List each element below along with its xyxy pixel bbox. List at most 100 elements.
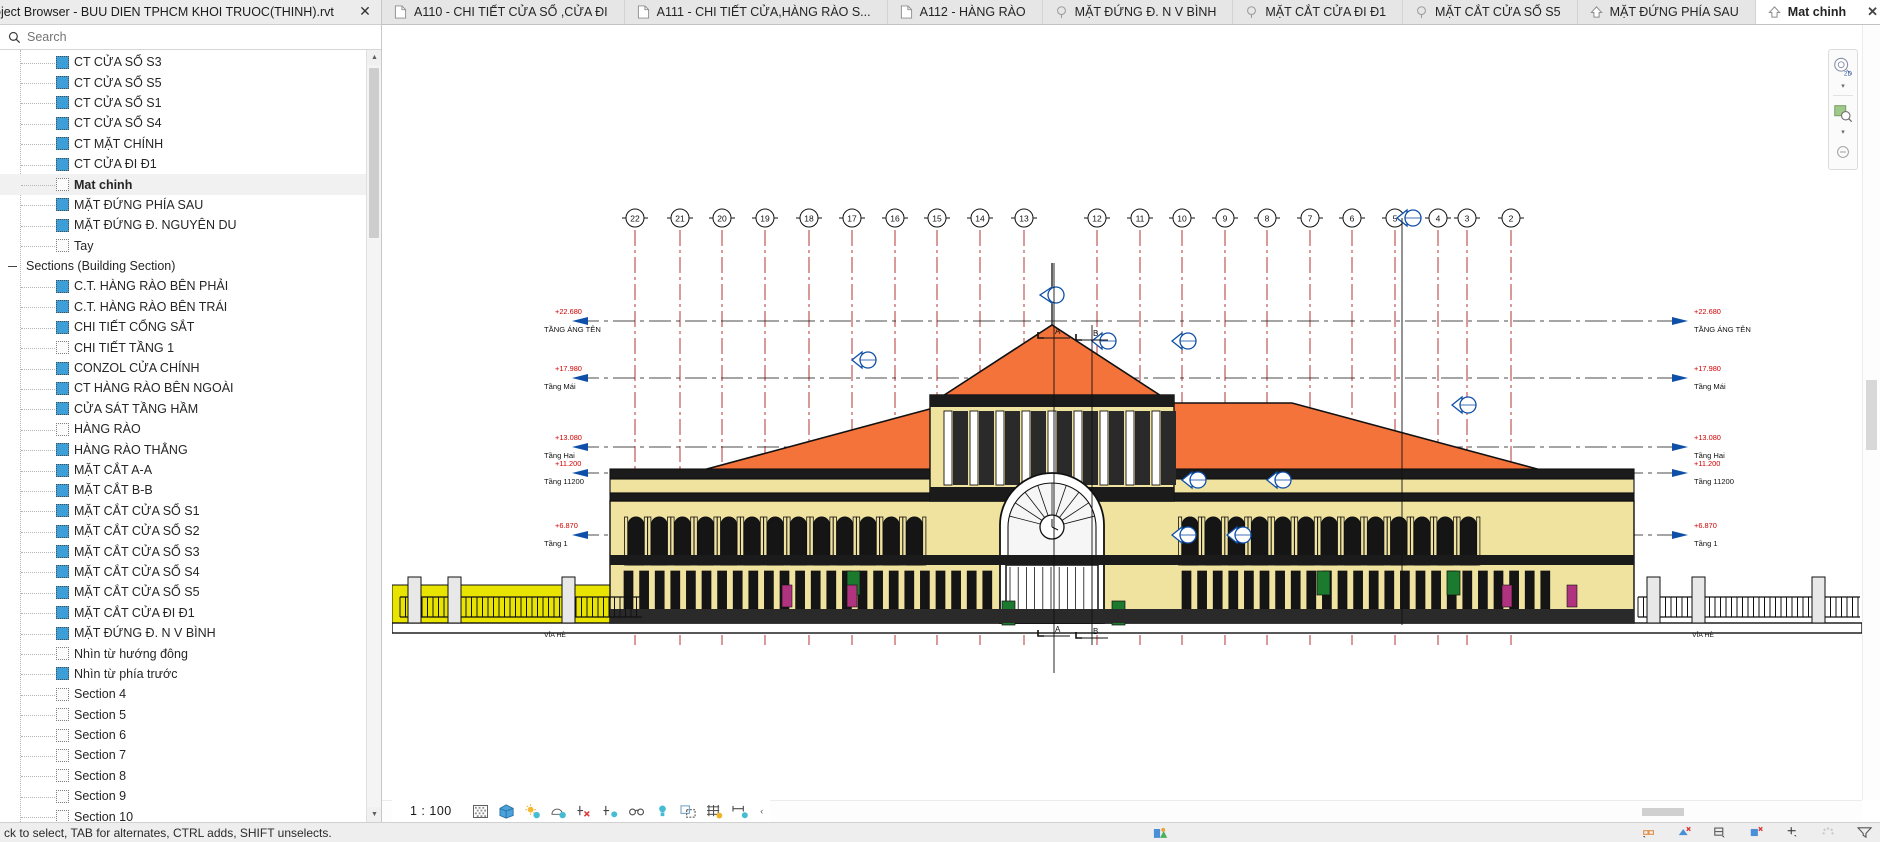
filter-icon[interactable] bbox=[1856, 825, 1874, 841]
select-pinned-icon[interactable] bbox=[1748, 825, 1766, 841]
tree-item-36[interactable]: Section 9 bbox=[0, 786, 381, 806]
browser-scrollbar[interactable]: ▲ ▼ bbox=[366, 50, 381, 822]
tree-item-20[interactable]: MẶT CẮT A-A bbox=[0, 460, 381, 480]
navbar-minimize-icon[interactable] bbox=[1830, 139, 1856, 165]
tree-item-29[interactable]: Nhìn từ hướng đông bbox=[0, 643, 381, 663]
tree-item-21[interactable]: MẶT CẮT B-B bbox=[0, 480, 381, 500]
view-scale-label[interactable]: 1 : 100 bbox=[396, 804, 468, 818]
tree-item-35[interactable]: Section 8 bbox=[0, 766, 381, 786]
tree-item-17[interactable]: CỬA SÁT TẦNG HẦM bbox=[0, 399, 381, 419]
tree-item-2[interactable]: CT CỬA SỔ S1 bbox=[0, 93, 381, 113]
green-door bbox=[1316, 570, 1331, 596]
level-elevation-left: +17.980 bbox=[555, 364, 582, 373]
tree-item-6[interactable]: Mat chinh bbox=[0, 174, 381, 195]
tree-item-3[interactable]: CT CỬA SỔ S4 bbox=[0, 113, 381, 133]
constraints-icon[interactable] bbox=[728, 800, 754, 822]
select-underlay-icon[interactable] bbox=[1712, 825, 1730, 841]
tree-item-16[interactable]: CT HÀNG RÀO BÊN NGOÀI bbox=[0, 378, 381, 398]
view-tab-7[interactable]: Mat chinh ✕ bbox=[1755, 0, 1880, 24]
search-input[interactable] bbox=[27, 30, 373, 44]
sun-path-icon[interactable] bbox=[520, 800, 546, 822]
analytical-model-icon[interactable] bbox=[702, 800, 728, 822]
hidden-elements-icon[interactable] bbox=[650, 800, 676, 822]
tree-item-11[interactable]: C.T. HÀNG RÀO BÊN PHẢI bbox=[0, 276, 381, 296]
tree-item-22[interactable]: MẶT CẮT CỬA SỔ S1 bbox=[0, 501, 381, 521]
tree-connector bbox=[21, 572, 55, 574]
project-browser-close-icon[interactable]: ✕ bbox=[357, 4, 373, 20]
tree-group-10[interactable]: Sections (Building Section) bbox=[0, 256, 381, 276]
tree-item-37[interactable]: Section 10 bbox=[0, 806, 381, 822]
tree-item-9[interactable]: Tay bbox=[0, 236, 381, 256]
view-tab-3[interactable]: MẶT ĐỨNG Đ. N V BÌNH bbox=[1042, 0, 1234, 24]
view-tab-2[interactable]: A112 - HÀNG RÀO bbox=[887, 0, 1043, 24]
tree-item-23[interactable]: MẶT CẮT CỬA SỔ S2 bbox=[0, 521, 381, 541]
tree-item-7[interactable]: MẶT ĐỨNG PHÍA SAU bbox=[0, 195, 381, 215]
tab-close-icon[interactable]: ✕ bbox=[1867, 4, 1878, 20]
canvas-vertical-scrollbar[interactable] bbox=[1862, 25, 1880, 800]
view-tab-0[interactable]: A110 - CHI TIẾT CỬA SỔ ,CỬA ĐI bbox=[382, 0, 625, 24]
temporary-hide-icon[interactable] bbox=[676, 800, 702, 822]
tree-item-27[interactable]: MẶT CẮT CỬA ĐI Đ1 bbox=[0, 603, 381, 623]
render-dialog-icon[interactable] bbox=[572, 800, 598, 822]
steering-wheel-caret-icon[interactable]: ▾ bbox=[1841, 82, 1845, 91]
tree-item-15[interactable]: CONZOL CỬA CHÍNH bbox=[0, 358, 381, 378]
editable-only-icon[interactable] bbox=[1640, 825, 1658, 841]
tree-item-1[interactable]: CT CỬA SỔ S5 bbox=[0, 72, 381, 92]
crop-view-icon[interactable] bbox=[598, 800, 624, 822]
project-browser-tree[interactable]: CT CỬA SỔ S3 CT CỬA SỔ S5 CT CỬA SỔ S1 CT C… bbox=[0, 50, 381, 822]
ground-window bbox=[1462, 570, 1473, 610]
search-icon bbox=[8, 31, 21, 43]
tree-item-12[interactable]: C.T. HÀNG RÀO BÊN TRÁI bbox=[0, 297, 381, 317]
tree-item-8[interactable]: MẶT ĐỨNG Đ. NGUYÊN DU bbox=[0, 215, 381, 235]
accent-panel bbox=[846, 584, 858, 608]
tree-item-5[interactable]: CT CỬA ĐI Đ1 bbox=[0, 154, 381, 174]
tree-item-0[interactable]: CT CỬA SỔ S3 bbox=[0, 52, 381, 72]
tree-item-24[interactable]: MẶT CẮT CỬA SỔ S3 bbox=[0, 541, 381, 561]
canvas-vscroll-thumb[interactable] bbox=[1866, 380, 1877, 450]
view-tab-6[interactable]: MẶT ĐỨNG PHÍA SAU bbox=[1577, 0, 1756, 24]
show-crop-icon[interactable] bbox=[624, 800, 650, 822]
tree-item-28[interactable]: MẶT ĐỨNG Đ. N V BÌNH bbox=[0, 623, 381, 643]
navigation-bar[interactable]: 2D ▾ ▾ bbox=[1828, 49, 1858, 170]
tree-item-19[interactable]: HÀNG RÀO THẲNG bbox=[0, 439, 381, 459]
view-tab-5[interactable]: MẶT CẮT CỬA SỔ S5 bbox=[1403, 0, 1578, 24]
tree-item-26[interactable]: MẶT CẮT CỬA SỔ S5 bbox=[0, 582, 381, 602]
grid-bubble-label: 6 bbox=[1350, 213, 1355, 223]
tree-item-31[interactable]: Section 4 bbox=[0, 684, 381, 704]
tree-item-4[interactable]: CT MẶT CHÍNH bbox=[0, 134, 381, 154]
tree-item-32[interactable]: Section 5 bbox=[0, 705, 381, 725]
collapse-toggle-icon[interactable] bbox=[7, 261, 18, 272]
scroll-down-arrow[interactable]: ▼ bbox=[367, 807, 381, 822]
zoom-caret-icon[interactable]: ▾ bbox=[1841, 128, 1845, 137]
steering-wheel-2d-icon[interactable]: 2D bbox=[1830, 54, 1856, 80]
view-tab-label: A110 - CHI TIẾT CỬA SỔ ,CỬA ĐI bbox=[414, 5, 608, 19]
view-tab-4[interactable]: MẶT CẮT CỬA ĐI Đ1 bbox=[1233, 0, 1404, 24]
scroll-up-arrow[interactable]: ▲ bbox=[367, 50, 381, 65]
tree-item-25[interactable]: MẶT CẮT CỬA SỔ S4 bbox=[0, 562, 381, 582]
zoom-region-icon[interactable] bbox=[1830, 100, 1856, 126]
scrollbar-thumb[interactable] bbox=[369, 68, 379, 238]
view-tab-1[interactable]: A111 - CHI TIẾT CỬA,HÀNG RÀO S... bbox=[624, 0, 888, 24]
elevation-icon bbox=[1768, 6, 1781, 18]
view-bar-collapse-icon[interactable]: ‹ bbox=[754, 806, 770, 816]
shadows-icon[interactable] bbox=[546, 800, 572, 822]
drawing-canvas[interactable]: 22 21 20 19 18 17 16 15 14 13 12 11 10 9 8 7 6 5 4 3 2 +22.68… bbox=[382, 25, 1880, 822]
select-links-icon[interactable] bbox=[1676, 825, 1694, 841]
select-by-face-icon[interactable] bbox=[1784, 825, 1802, 841]
tree-item-14[interactable]: CHI TIẾT TẦNG 1 bbox=[0, 337, 381, 357]
drawing-area[interactable]: 22 21 20 19 18 17 16 15 14 13 12 11 10 9 8 7 6 5 4 3 2 +22.68… bbox=[392, 25, 1862, 800]
tree-item-13[interactable]: CHI TIẾT CỔNG SẮT bbox=[0, 317, 381, 337]
pavilion-column bbox=[1021, 410, 1031, 486]
drag-elements-icon[interactable] bbox=[1820, 825, 1838, 841]
project-browser-search[interactable] bbox=[0, 25, 381, 50]
tree-item-34[interactable]: Section 7 bbox=[0, 745, 381, 765]
level-head-marker-right bbox=[1672, 317, 1688, 325]
worksets-icon[interactable] bbox=[1152, 825, 1170, 841]
visual-style-icon[interactable] bbox=[494, 800, 520, 822]
ground-window bbox=[982, 570, 993, 610]
canvas-hscroll-thumb[interactable] bbox=[1642, 808, 1684, 816]
tree-item-18[interactable]: HÀNG RÀO bbox=[0, 419, 381, 439]
tree-item-33[interactable]: Section 6 bbox=[0, 725, 381, 745]
detail-level-icon[interactable] bbox=[468, 800, 494, 822]
tree-item-30[interactable]: Nhìn từ phía trước bbox=[0, 664, 381, 684]
